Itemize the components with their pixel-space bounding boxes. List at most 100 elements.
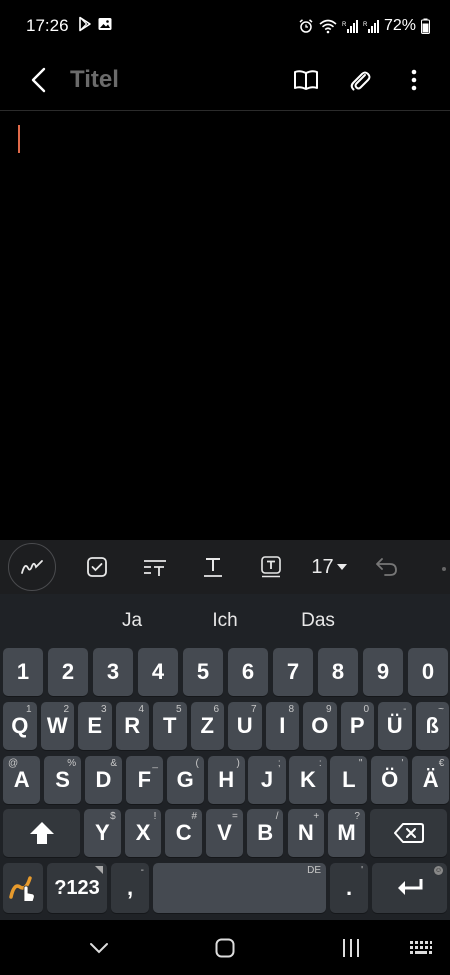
key-label: 5: [196, 659, 210, 684]
key-a[interactable]: A @: [3, 756, 41, 804]
key-z[interactable]: Z6: [190, 702, 224, 750]
period-key[interactable]: . ': [330, 863, 368, 913]
key-i[interactable]: I8: [265, 702, 299, 750]
suggestion-3[interactable]: Das: [301, 610, 335, 632]
key-ü[interactable]: Ü-: [378, 702, 412, 750]
key-label: E: [87, 713, 103, 738]
key-ß[interactable]: ß ~: [415, 702, 449, 750]
key-8[interactable]: 8: [318, 648, 358, 696]
key-label: ß: [425, 713, 439, 738]
key-label: 6: [241, 659, 255, 684]
book-icon: [294, 70, 318, 90]
key-label: K: [300, 767, 316, 792]
swype-key[interactable]: [3, 863, 43, 913]
key-label: A: [13, 767, 30, 792]
key-m[interactable]: M?: [328, 809, 365, 857]
battery-icon: [421, 18, 430, 34]
key-u[interactable]: U7: [228, 702, 262, 750]
space-key[interactable]: DE: [153, 863, 326, 913]
key-hint: @: [8, 758, 19, 769]
key-hint: 0: [363, 704, 369, 715]
toolbar-scroll-indicator[interactable]: [438, 543, 450, 591]
key-9[interactable]: 9: [363, 648, 403, 696]
recents-icon: [343, 939, 359, 957]
font-size-value: 17: [311, 555, 334, 578]
key-h[interactable]: H): [207, 756, 245, 804]
key-j[interactable]: J;: [248, 756, 286, 804]
backspace-key[interactable]: [370, 809, 447, 857]
swype-icon: [9, 876, 35, 902]
key-n[interactable]: N +: [287, 809, 325, 857]
key-p[interactable]: P0: [340, 702, 374, 750]
format-toolbar: 17: [0, 540, 450, 594]
key-d[interactable]: D &: [84, 756, 123, 804]
key-s[interactable]: S%: [43, 756, 82, 804]
keyboard-switch-button[interactable]: [396, 928, 446, 968]
key-label: B: [257, 820, 274, 845]
text-box-icon: [261, 556, 281, 578]
back-button[interactable]: [14, 55, 64, 105]
more-options-button[interactable]: [392, 58, 436, 102]
paragraph-style-button[interactable]: [126, 543, 184, 591]
key-w[interactable]: W2: [40, 702, 74, 750]
key-c[interactable]: C #: [165, 809, 203, 857]
key-2[interactable]: 2: [48, 648, 88, 696]
key-o[interactable]: O9: [303, 702, 337, 750]
key-3[interactable]: 3: [93, 648, 133, 696]
key-0[interactable]: 0: [408, 648, 448, 696]
key-ö[interactable]: Ö ': [371, 756, 409, 804]
text-style-button[interactable]: [184, 543, 242, 591]
key-k[interactable]: K:: [289, 756, 327, 804]
key-l[interactable]: L ": [330, 756, 368, 804]
comma-key[interactable]: , -: [111, 863, 149, 913]
key-7[interactable]: 7: [273, 648, 313, 696]
suggestion-1[interactable]: Ja: [122, 610, 142, 632]
attach-button[interactable]: [338, 58, 382, 102]
checkbox-button[interactable]: [68, 543, 126, 591]
key-4[interactable]: 4: [138, 648, 178, 696]
key-label: G: [176, 767, 194, 792]
suggestion-2[interactable]: Ich: [212, 610, 237, 632]
key-hint: ": [358, 758, 363, 769]
key-r[interactable]: R4: [115, 702, 149, 750]
note-body-editor[interactable]: [0, 111, 450, 540]
key-q[interactable]: Q1: [3, 702, 37, 750]
key-label: C: [175, 820, 192, 845]
period-hint: ': [361, 865, 363, 876]
key-t[interactable]: T5: [153, 702, 187, 750]
home-button[interactable]: [200, 928, 250, 968]
key-ä[interactable]: Ä €: [412, 756, 450, 804]
key-hint: ?: [354, 811, 360, 822]
key-v[interactable]: V =: [206, 809, 243, 857]
enter-key[interactable]: ☺: [372, 863, 447, 913]
key-y[interactable]: Y $: [84, 809, 121, 857]
keyboard-icon: [410, 941, 432, 954]
svg-text:R: R: [363, 22, 368, 28]
font-size-button[interactable]: 17: [300, 543, 358, 591]
handwriting-button[interactable]: [8, 543, 56, 591]
key-1[interactable]: 1: [3, 648, 43, 696]
backspace-icon: [393, 823, 424, 843]
key-x[interactable]: X!: [124, 809, 162, 857]
key-6[interactable]: 6: [228, 648, 268, 696]
recents-button[interactable]: [326, 928, 376, 968]
key-label: W: [46, 713, 68, 738]
key-label: 2: [61, 659, 75, 684]
key-b[interactable]: B /: [246, 809, 284, 857]
emoji-hint-icon: ☺: [434, 866, 443, 875]
key-f[interactable]: F _: [125, 756, 163, 804]
paperclip-icon: [350, 71, 371, 91]
undo-button[interactable]: [358, 543, 416, 591]
title-input[interactable]: Titel: [70, 66, 119, 94]
shift-key[interactable]: [3, 809, 80, 857]
key-g[interactable]: G(: [166, 756, 204, 804]
hide-keyboard-button[interactable]: [74, 928, 124, 968]
reading-mode-button[interactable]: [284, 58, 328, 102]
period-label: .: [345, 875, 353, 900]
key-label: M: [337, 820, 356, 845]
key-label: X: [135, 820, 151, 845]
text-box-button[interactable]: [242, 543, 300, 591]
key-e[interactable]: E3: [78, 702, 112, 750]
key-5[interactable]: 5: [183, 648, 223, 696]
symbols-key[interactable]: ?123: [47, 863, 107, 913]
